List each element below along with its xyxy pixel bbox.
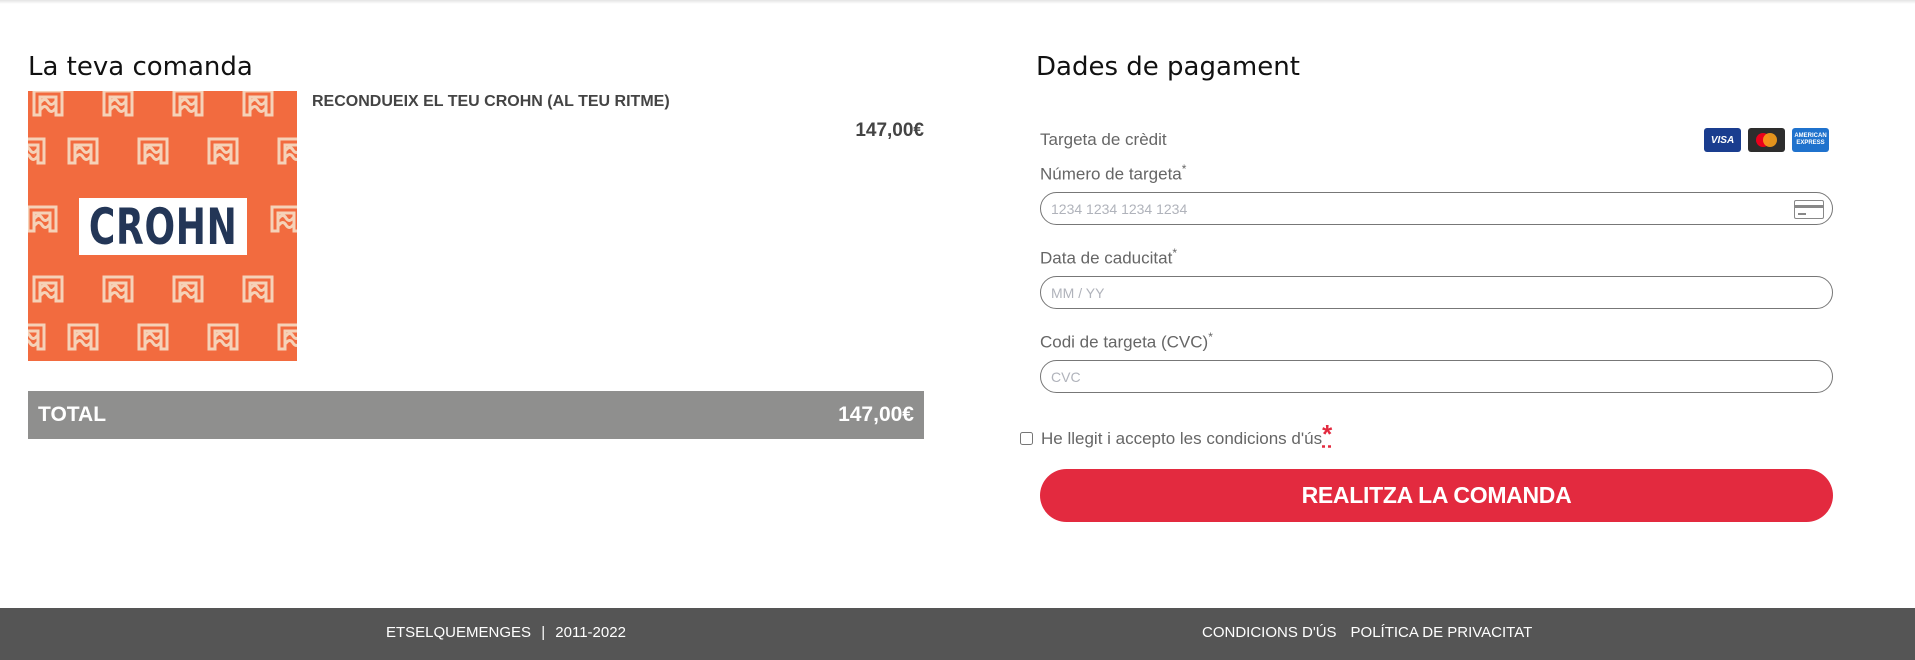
total-value: 147,00€	[838, 403, 914, 426]
terms-checkbox[interactable]	[1020, 432, 1033, 445]
credit-card-icon	[1794, 200, 1824, 219]
product-logo-text: CROHN	[88, 197, 238, 256]
product-image[interactable]: CROHN	[28, 91, 297, 361]
cvc-field[interactable]	[1040, 360, 1833, 393]
cvc-label: Codi de targeta (CVC)*	[1040, 330, 1213, 352]
terms-row: He llegit i accepto les condicions d'ús …	[1020, 419, 1332, 454]
product-logo: CROHN	[79, 197, 247, 256]
footer-brand: ETSELQUEMENGES	[386, 624, 532, 641]
footer-copyright: ETSELQUEMENGES | 2011-2022	[386, 624, 626, 641]
expiry-label: Data de caducitat*	[1040, 246, 1177, 268]
order-total-bar: TOTAL 147,00€	[28, 391, 924, 439]
required-asterisk: *	[1181, 162, 1187, 176]
payment-method-label: Targeta de crèdit	[1040, 130, 1167, 149]
expiry-input[interactable]	[1041, 277, 1801, 308]
required-asterisk: *	[1208, 330, 1213, 344]
visa-icon: VISA	[1704, 128, 1741, 152]
footer-links: CONDICIONS D'ÚS POLÍTICA DE PRIVACITAT	[1202, 624, 1532, 641]
cvc-input[interactable]	[1041, 361, 1801, 392]
required-asterisk: *	[1172, 246, 1177, 260]
privacy-link[interactable]: POLÍTICA DE PRIVACITAT	[1351, 624, 1533, 641]
footer-separator: |	[541, 624, 546, 641]
accepted-cards: VISA AMERICAN EXPRESS	[1704, 128, 1829, 152]
payment-title: Dades de pagament	[1036, 52, 1300, 82]
header-shadow	[0, 0, 1915, 4]
terms-link[interactable]: CONDICIONS D'ÚS	[1202, 624, 1337, 641]
footer: ETSELQUEMENGES | 2011-2022 CONDICIONS D'…	[0, 608, 1915, 660]
order-title: La teva comanda	[28, 52, 253, 82]
product-price: 147,00€	[855, 120, 924, 141]
card-number-field[interactable]	[1040, 192, 1833, 225]
mastercard-icon	[1748, 128, 1785, 152]
total-label: TOTAL	[38, 403, 107, 426]
terms-label[interactable]: He llegit i accepto les condicions d'ús	[1041, 429, 1322, 449]
amex-icon: AMERICAN EXPRESS	[1792, 128, 1829, 152]
product-name[interactable]: RECONDUEIX EL TEU CROHN (AL TEU RITME)	[312, 93, 670, 111]
card-number-input[interactable]	[1041, 193, 1801, 224]
card-number-label: Número de targeta*	[1040, 162, 1187, 184]
expiry-field[interactable]	[1040, 276, 1833, 309]
terms-required-asterisk: *	[1322, 419, 1333, 449]
footer-years: 2011-2022	[555, 624, 626, 641]
place-order-button[interactable]: REALITZA LA COMANDA	[1040, 469, 1833, 522]
